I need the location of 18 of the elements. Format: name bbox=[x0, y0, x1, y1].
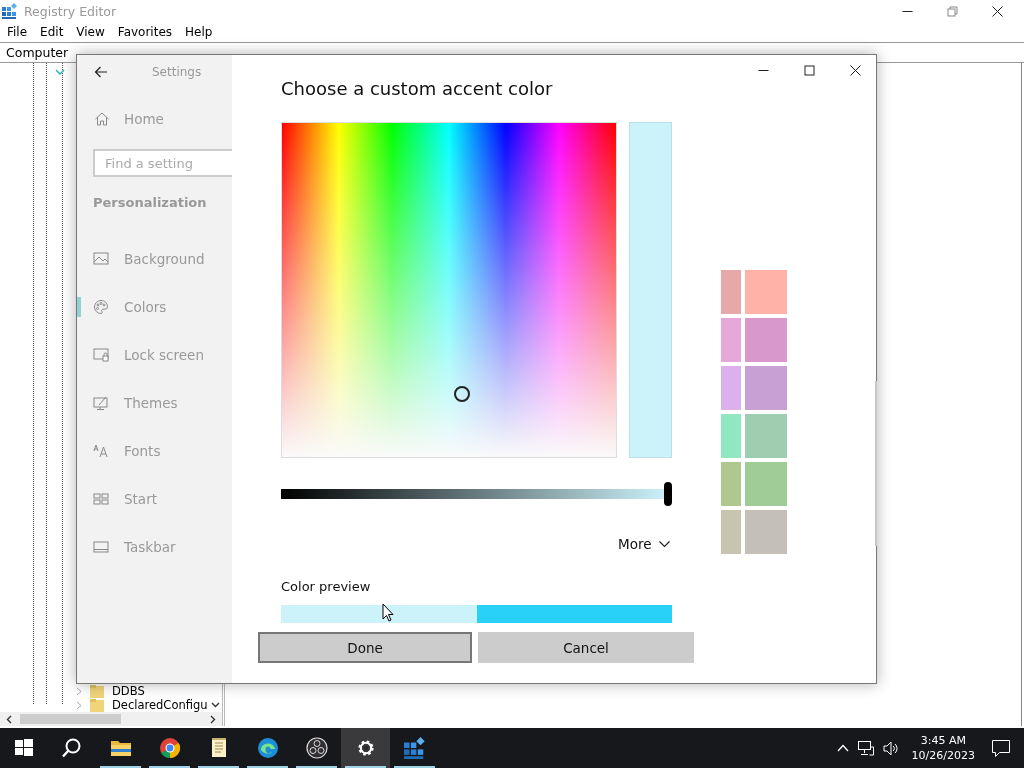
menu-item[interactable]: Help bbox=[185, 25, 213, 39]
section-label: Color preview bbox=[281, 579, 371, 594]
menu-item[interactable]: Favorites bbox=[117, 25, 173, 39]
tree-item[interactable]: DDBS bbox=[112, 684, 145, 698]
clock-date[interactable]: 10/26/2023 bbox=[911, 748, 975, 763]
menu-item[interactable]: View bbox=[76, 25, 105, 39]
address-bar[interactable]: Computer bbox=[6, 45, 69, 60]
dialog-title: Choose a custom accent color bbox=[281, 77, 554, 101]
clock-time[interactable]: 3:45 AM bbox=[920, 733, 966, 748]
tree-item[interactable]: DeclaredConfigu bbox=[112, 698, 208, 712]
more-button[interactable]: More bbox=[618, 536, 671, 552]
app-title: Settings bbox=[152, 65, 202, 79]
section-heading: Personalization bbox=[93, 195, 207, 210]
dialog-button[interactable]: Done bbox=[258, 632, 472, 663]
menu-item[interactable]: Edit bbox=[40, 25, 64, 39]
dialog-button[interactable]: Cancel bbox=[478, 632, 694, 663]
menu-item[interactable]: File bbox=[7, 25, 28, 39]
window-title: Registry Editor bbox=[24, 3, 117, 19]
